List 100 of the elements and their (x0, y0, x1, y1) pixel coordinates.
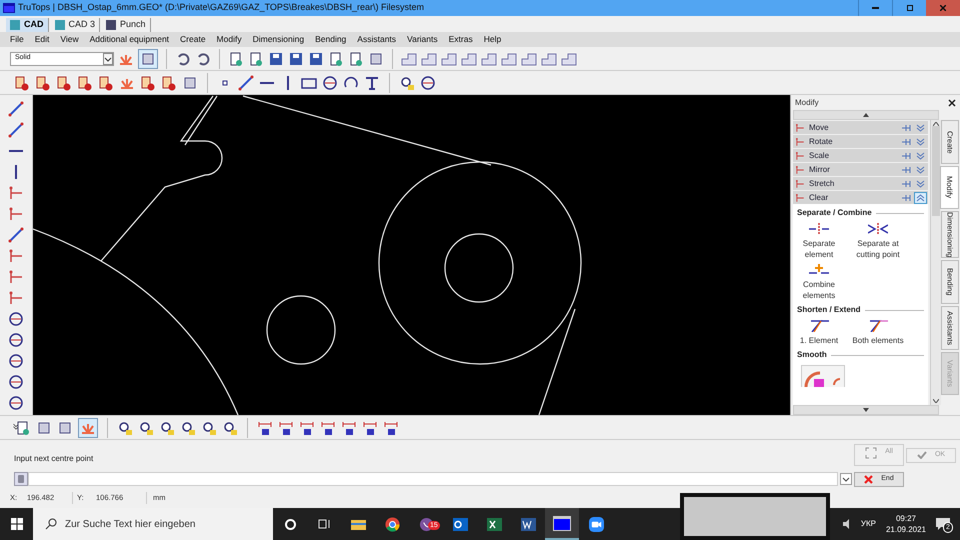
command-input-field[interactable] (28, 472, 838, 486)
toolbar-icon[interactable] (14, 74, 30, 90)
menu-item[interactable]: Dimensioning (252, 33, 304, 46)
active-tool-button[interactable] (138, 48, 158, 68)
save-icon[interactable] (268, 50, 284, 66)
edge-shape-icon[interactable] (541, 50, 557, 66)
command-row[interactable]: Stretch (793, 177, 928, 190)
text-icon[interactable] (364, 74, 380, 90)
document-tab[interactable]: CAD (6, 18, 48, 32)
close-button[interactable] (926, 0, 960, 16)
language-indicator[interactable]: УКР (860, 518, 876, 530)
clock-time[interactable]: 09:27 (896, 513, 916, 524)
toolbar-icon[interactable] (77, 74, 93, 90)
tool-button[interactable]: 1. Element (793, 316, 845, 346)
zoom-icon[interactable] (117, 420, 133, 436)
tool-button[interactable]: Combine elements (793, 260, 845, 301)
draw-tool-icon[interactable] (8, 227, 24, 243)
pin-icon[interactable] (901, 138, 911, 146)
save-all-icon[interactable] (288, 50, 304, 66)
menu-item[interactable]: Additional equipment (90, 33, 170, 46)
menu-item[interactable]: Assistants (357, 33, 396, 46)
pin-icon[interactable] (901, 194, 911, 202)
collapse-icon[interactable] (915, 192, 926, 202)
scrollbar-thumb[interactable] (932, 126, 940, 216)
caret-down-icon[interactable] (840, 473, 852, 485)
menu-item[interactable]: Edit (34, 33, 50, 46)
new-file-icon[interactable] (228, 50, 244, 66)
tool-button[interactable]: Separate at cutting point (845, 219, 911, 260)
command-row[interactable]: Clear (793, 191, 928, 204)
toolbar-icon[interactable] (161, 74, 177, 90)
edge-shape-icon[interactable] (421, 50, 437, 66)
document-icon[interactable] (348, 50, 364, 66)
edge-shape-icon[interactable] (521, 50, 537, 66)
pin-icon[interactable] (901, 180, 911, 188)
draw-tool-icon[interactable] (8, 311, 24, 327)
active-app-icon[interactable] (545, 508, 579, 540)
dimension-icon[interactable] (341, 420, 357, 436)
toolbar-icon[interactable] (98, 74, 114, 90)
edge-shape-icon[interactable] (561, 50, 577, 66)
zoom-icon[interactable] (138, 420, 154, 436)
scrollbar[interactable] (930, 120, 941, 405)
command-row[interactable]: Scale (793, 149, 928, 162)
draw-tool-icon[interactable] (8, 122, 24, 138)
menu-item[interactable]: File (10, 33, 24, 46)
draw-tool-icon[interactable] (8, 248, 24, 264)
draw-tool-icon[interactable] (8, 290, 24, 306)
line-icon[interactable] (238, 74, 254, 90)
draw-tool-icon[interactable] (8, 206, 24, 222)
open-file-icon[interactable] (248, 50, 264, 66)
dimension-icon[interactable] (383, 420, 399, 436)
circle-icon[interactable] (322, 74, 338, 90)
draw-tool-icon[interactable] (8, 185, 24, 201)
draw-tool-icon[interactable] (8, 353, 24, 369)
clock-date[interactable]: 21.09.2021 (886, 524, 926, 535)
edge-shape-icon[interactable] (501, 50, 517, 66)
zoom-icon[interactable] (222, 420, 238, 436)
edge-shape-icon[interactable] (441, 50, 457, 66)
menu-item[interactable]: Help (484, 33, 502, 46)
close-icon[interactable] (948, 98, 956, 106)
draw-tool-icon[interactable] (8, 332, 24, 348)
zoom-icon[interactable] (180, 420, 196, 436)
menu-item[interactable]: Bending (315, 33, 346, 46)
draw-tool-icon[interactable] (8, 101, 24, 117)
menu-item[interactable]: Variants (407, 33, 438, 46)
document-icon[interactable] (328, 50, 344, 66)
view-icon[interactable] (399, 74, 415, 90)
menu-item[interactable]: View (60, 33, 79, 46)
menu-item[interactable]: Create (180, 33, 206, 46)
command-row[interactable]: Rotate (793, 135, 928, 148)
expand-icon[interactable] (915, 178, 926, 188)
edge-shape-icon[interactable] (481, 50, 497, 66)
pin-icon[interactable] (901, 152, 911, 160)
hatch-button[interactable] (78, 418, 98, 438)
expand-icon[interactable] (915, 122, 926, 132)
draw-tool-icon[interactable] (8, 374, 24, 390)
command-row[interactable]: Mirror (793, 163, 928, 176)
edge-shape-icon[interactable] (401, 50, 417, 66)
edge-shape-icon[interactable] (461, 50, 477, 66)
menu-item[interactable]: Extras (448, 33, 473, 46)
dimension-icon[interactable] (257, 420, 273, 436)
pin-icon[interactable] (901, 166, 911, 174)
toolbar-icon[interactable] (140, 74, 156, 90)
command-row[interactable]: Move (793, 121, 928, 134)
toolbar-icon[interactable] (56, 74, 72, 90)
expand-icon[interactable] (915, 150, 926, 160)
menu-item[interactable]: Modify (216, 33, 242, 46)
draw-tool-icon[interactable] (8, 269, 24, 285)
draw-tool-icon[interactable] (8, 395, 24, 411)
tool-button[interactable]: Both elements (845, 316, 911, 346)
zoom-icon[interactable] (159, 420, 175, 436)
circle-icon[interactable] (420, 74, 436, 90)
pin-icon[interactable] (901, 124, 911, 132)
zoom-icon[interactable] (201, 420, 217, 436)
dimension-icon[interactable] (362, 420, 378, 436)
expand-icon[interactable] (915, 136, 926, 146)
toolbar-icon[interactable] (182, 74, 198, 90)
tool-button[interactable]: Separate element (793, 219, 845, 260)
smooth-tool-icon[interactable] (801, 365, 845, 387)
dimension-icon[interactable] (320, 420, 336, 436)
dimension-icon[interactable] (299, 420, 315, 436)
